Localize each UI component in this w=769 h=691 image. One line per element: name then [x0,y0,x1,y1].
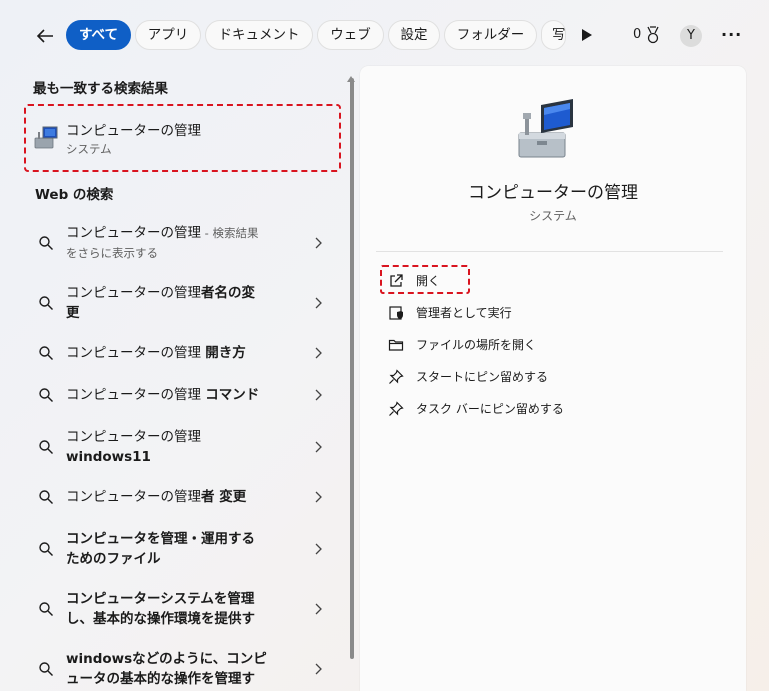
action-run-as-admin-label: 管理者として実行 [416,306,512,320]
chevron-right-icon [315,441,322,453]
action-open-label: 開く [416,274,441,288]
web-search-row-text: コンピューターシステムを管理 し、基本的な操作環境を提供す [66,591,255,627]
web-search-row-text: コンピューターの管理 開き方 [66,345,246,361]
rewards-medal-icon[interactable] [645,26,661,44]
best-match-title: コンピューターの管理 [66,123,201,139]
web-search-row-text: コンピュータを管理・運用する ためのファイル [66,531,255,567]
web-search-row-text: コンピューターの管理 コマンド [66,387,260,403]
chevron-right-icon [315,347,322,359]
web-search-row-text: コンピューターの管理 windows11 [66,429,201,465]
computer-management-icon [34,126,58,149]
filter-folders[interactable]: フォルダー [444,20,537,50]
web-search-row[interactable]: コンピューターの管理者 変更 [0,486,345,510]
detail-subtitle: システム [529,209,577,223]
chevron-right-icon [315,543,322,555]
chevron-right-icon [315,297,322,309]
action-open-file-location-label: ファイルの場所を開く [416,338,537,352]
more-options-button[interactable]: ··· [721,25,742,44]
search-icon [39,542,53,556]
action-open-file-location[interactable]: ファイルの場所を開く [386,333,686,357]
web-search-row[interactable]: windowsなどのように、コンピ ュータの基本的な操作を管理す [0,648,345,691]
detail-title: コンピューターの管理 [468,183,638,203]
web-search-row-text: コンピューターの管理者名の変更 [66,285,255,321]
rewards-points[interactable]: 0 [633,27,641,42]
play-icon[interactable] [582,29,592,41]
filter-photos[interactable]: 写 [541,20,566,50]
search-icon [39,662,53,676]
web-search-row[interactable]: コンピューターの管理 コマンド [0,384,345,408]
pin-icon [389,401,404,416]
chevron-right-icon [315,237,322,249]
web-search-row[interactable]: コンピューターの管理 - 検索結果 をさらに表示する [0,222,345,266]
web-search-row-text: コンピューターの管理 - 検索結果 をさらに表示する [66,225,259,260]
web-search-heading: Web の検索 [35,187,114,203]
web-search-row[interactable]: コンピューターの管理 開き方 [0,342,345,366]
open-external-icon [390,274,403,287]
action-pin-to-start[interactable]: スタートにピン留めする [386,365,686,389]
web-search-row[interactable]: コンピューターシステムを管理 し、基本的な操作環境を提供す [0,588,345,632]
web-search-row[interactable]: コンピューターの管理 windows11 [0,426,345,470]
results-scrollbar[interactable] [350,78,354,659]
action-run-as-admin[interactable]: 管理者として実行 [386,301,686,325]
search-icon [39,602,53,616]
search-icon [39,388,53,402]
best-match-heading: 最も一致する検索結果 [33,81,168,97]
web-search-row-text: windowsなどのように、コンピ ュータの基本的な操作を管理す [66,651,267,687]
detail-divider [376,251,723,252]
action-pin-to-taskbar-label: タスク バーにピン留めする [416,402,564,416]
search-icon [39,490,53,504]
action-open[interactable]: 開く [386,269,686,293]
user-avatar[interactable]: Y [680,25,702,47]
web-search-row[interactable]: コンピューターの管理者名の変更 [0,282,345,326]
filter-apps[interactable]: アプリ [135,20,201,50]
chevron-right-icon [315,663,322,675]
filter-web[interactable]: ウェブ [317,20,384,50]
filter-documents[interactable]: ドキュメント [205,20,313,50]
shield-admin-icon [389,306,403,320]
back-arrow-icon[interactable] [33,24,57,48]
folder-icon [388,339,404,351]
best-match-subtitle: システム [66,142,112,156]
chevron-right-icon [315,389,322,401]
search-header: すべて アプリ ドキュメント ウェブ 設定 フォルダー 写 0 Y ··· [0,0,769,70]
action-pin-to-taskbar[interactable]: タスク バーにピン留めする [386,397,686,421]
web-search-row[interactable]: コンピュータを管理・運用する ためのファイル [0,528,345,572]
filter-settings[interactable]: 設定 [388,20,440,50]
search-icon [39,346,53,360]
filter-all[interactable]: すべて [66,20,131,50]
pin-icon [389,369,404,384]
computer-management-icon [518,99,573,158]
action-pin-to-start-label: スタートにピン留めする [416,370,549,384]
chevron-right-icon [315,491,322,503]
search-icon [39,440,53,454]
chevron-right-icon [315,603,322,615]
web-search-row-text: コンピューターの管理者 変更 [66,489,247,505]
search-icon [39,296,53,310]
search-icon [39,236,53,250]
